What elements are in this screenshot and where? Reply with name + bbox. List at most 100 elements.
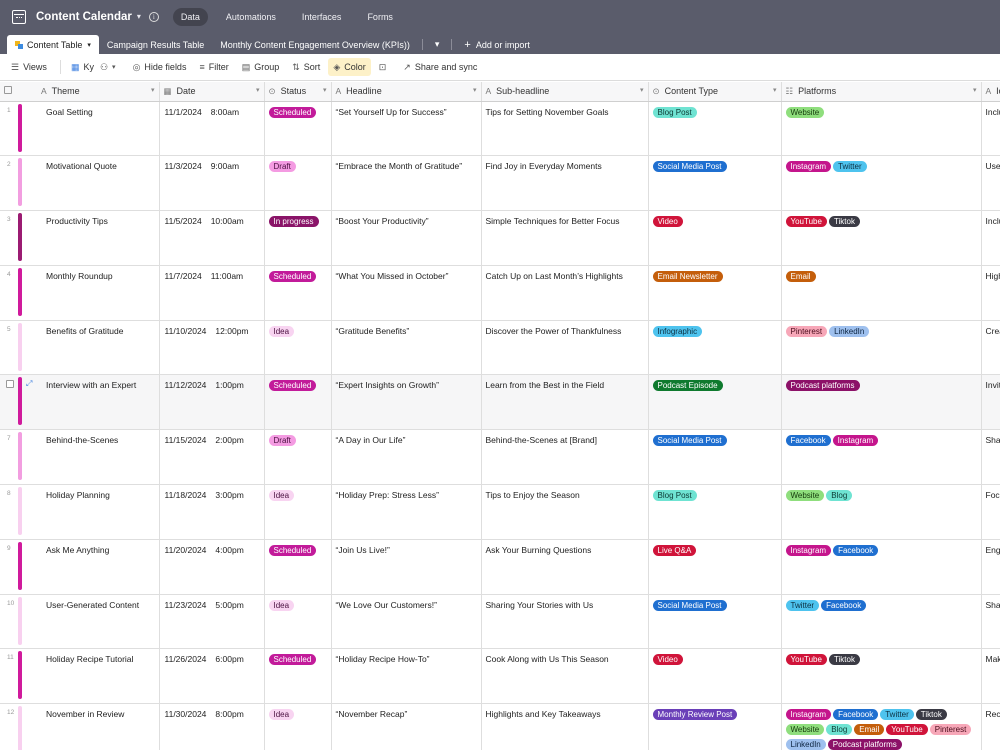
platforms-cell[interactable]: Podcast platforms <box>781 374 982 431</box>
ic-cell[interactable]: Creat <box>981 320 1000 376</box>
column-header-content-type[interactable]: ⊙ Content Type ▾ <box>648 82 782 102</box>
row-height-button[interactable]: ⊡ <box>374 58 396 76</box>
ic-cell[interactable]: Invite <box>981 374 1000 431</box>
headline-cell[interactable]: “Holiday Prep: Stress Less” <box>331 484 482 540</box>
headline-cell[interactable]: “Embrace the Month of Gratitude” <box>331 155 482 212</box>
table-row[interactable]: 5 Benefits of Gratitude 11/10/2024 12:00pm I… <box>0 320 1000 376</box>
ic-cell[interactable]: High <box>981 265 1000 321</box>
filter-button[interactable]: ≡ Filter <box>194 58 233 76</box>
content-type-cell[interactable]: Email Newsletter <box>648 265 782 321</box>
subheadline-cell[interactable]: Ask Your Burning Questions <box>481 539 649 595</box>
subheadline-cell[interactable]: Tips for Setting November Goals <box>481 101 649 157</box>
subheadline-cell[interactable]: Tips to Enjoy the Season <box>481 484 649 540</box>
subheadline-cell[interactable]: Cook Along with Us This Season <box>481 648 649 705</box>
date-cell[interactable]: 11/3/2024 9:00am <box>159 155 265 212</box>
content-type-cell[interactable]: Monthly Review Post <box>648 703 782 750</box>
status-cell[interactable]: Idea <box>264 484 332 540</box>
row-number-cell[interactable]: 10 <box>0 594 37 650</box>
headline-cell[interactable]: “We Love Our Customers!” <box>331 594 482 650</box>
platforms-cell[interactable]: YouTube Tiktok <box>781 648 982 705</box>
table-row[interactable]: 2 Motivational Quote 11/3/2024 9:00am Draft “… <box>0 155 1000 212</box>
views-button[interactable]: ☰ Views <box>6 58 52 76</box>
chevron-down-icon[interactable]: ▾ <box>151 86 155 94</box>
theme-cell[interactable]: Monthly Roundup <box>37 265 160 321</box>
content-type-cell[interactable]: Blog Post <box>648 101 782 157</box>
table-tab-campaign[interactable]: Campaign Results Table <box>99 35 212 54</box>
status-cell[interactable]: Scheduled <box>264 648 332 705</box>
subheadline-cell[interactable]: Catch Up on Last Month’s Highlights <box>481 265 649 321</box>
headline-cell[interactable]: “Holiday Recipe How-To” <box>331 648 482 705</box>
content-type-cell[interactable]: Social Media Post <box>648 594 782 650</box>
content-type-cell[interactable]: Blog Post <box>648 484 782 540</box>
headline-cell[interactable]: “Boost Your Productivity” <box>331 210 482 266</box>
theme-cell[interactable]: Motivational Quote <box>37 155 160 212</box>
table-row[interactable]: 4 Monthly Roundup 11/7/2024 11:00am Schedule… <box>0 265 1000 321</box>
chevron-down-icon[interactable]: ▾ <box>473 86 477 94</box>
table-tab-content[interactable]: Content Table ▾ <box>7 35 99 54</box>
ic-cell[interactable]: Inclu <box>981 101 1000 157</box>
column-header-theme[interactable]: A Theme ▾ <box>37 82 160 102</box>
row-number-cell[interactable]: 2 <box>0 155 37 212</box>
row-checkbox[interactable] <box>6 380 14 389</box>
subheadline-cell[interactable]: Find Joy in Everyday Moments <box>481 155 649 212</box>
date-cell[interactable]: 11/30/2024 8:00pm <box>159 703 265 750</box>
column-header-status[interactable]: ⊙ Status ▾ <box>264 82 332 102</box>
subheadline-cell[interactable]: Highlights and Key Takeaways <box>481 703 649 750</box>
platforms-cell[interactable]: Facebook Instagram <box>781 429 982 486</box>
select-all-checkbox[interactable] <box>4 86 12 95</box>
column-header-platforms[interactable]: ☷ Platforms ▾ <box>781 82 982 102</box>
table-row[interactable]: 9 Ask Me Anything 11/20/2024 4:00pm Schedule… <box>0 539 1000 595</box>
column-header-subheadline[interactable]: A Sub-headline ▾ <box>481 82 649 102</box>
status-cell[interactable]: Scheduled <box>264 265 332 321</box>
headline-cell[interactable]: “Join Us Live!” <box>331 539 482 595</box>
status-cell[interactable]: Draft <box>264 155 332 212</box>
content-type-cell[interactable]: Video <box>648 210 782 266</box>
row-number-cell[interactable]: 9 <box>0 539 37 595</box>
content-type-cell[interactable]: Social Media Post <box>648 429 782 486</box>
platforms-cell[interactable]: Website Blog <box>781 484 982 540</box>
date-cell[interactable]: 11/1/2024 8:00am <box>159 101 265 157</box>
date-cell[interactable]: 11/12/2024 1:00pm <box>159 374 265 431</box>
base-title[interactable]: Content Calendar <box>36 11 132 23</box>
status-cell[interactable]: Scheduled <box>264 374 332 431</box>
date-cell[interactable]: 11/5/2024 10:00am <box>159 210 265 266</box>
status-cell[interactable]: Idea <box>264 320 332 376</box>
tab-forms[interactable]: Forms <box>359 8 401 26</box>
ic-cell[interactable]: Inclu <box>981 210 1000 266</box>
row-number-cell[interactable]: 4 <box>0 265 37 321</box>
ic-cell[interactable]: Share <box>981 594 1000 650</box>
status-cell[interactable]: Idea <box>264 594 332 650</box>
chevron-down-icon[interactable]: ▾ <box>256 86 260 94</box>
view-switcher[interactable]: ▦ Ky ⚇ ▾ <box>66 58 125 76</box>
headline-cell[interactable]: “A Day in Our Life” <box>331 429 482 486</box>
headline-cell[interactable]: “November Recap” <box>331 703 482 750</box>
table-row[interactable]: 10 User-Generated Content 11/23/2024 5:00pm… <box>0 594 1000 650</box>
platforms-cell[interactable]: YouTube Tiktok <box>781 210 982 266</box>
chevron-down-icon[interactable]: ▾ <box>137 12 141 21</box>
ic-cell[interactable]: Share <box>981 429 1000 486</box>
table-row[interactable]: 1 Goal Setting 11/1/2024 8:00am Scheduled “Se… <box>0 101 1000 157</box>
tab-automations[interactable]: Automations <box>218 8 284 26</box>
sort-button[interactable]: ⇅ Sort <box>287 58 325 76</box>
ic-cell[interactable]: Use a <box>981 155 1000 212</box>
platforms-cell[interactable]: Website <box>781 101 982 157</box>
subheadline-cell[interactable]: Behind-the-Scenes at [Brand] <box>481 429 649 486</box>
theme-cell[interactable]: Behind-the-Scenes <box>37 429 160 486</box>
chevron-down-icon[interactable]: ▾ <box>87 41 91 49</box>
headline-cell[interactable]: “Set Yourself Up for Success” <box>331 101 482 157</box>
platforms-cell[interactable]: Twitter Facebook <box>781 594 982 650</box>
chevron-down-icon[interactable]: ▾ <box>773 86 777 94</box>
chevron-down-icon[interactable]: ▾ <box>323 86 327 94</box>
tab-interfaces[interactable]: Interfaces <box>294 8 350 26</box>
table-row[interactable]: 7 Behind-the-Scenes 11/15/2024 2:00pm Draft “… <box>0 429 1000 486</box>
content-type-cell[interactable]: Video <box>648 648 782 705</box>
ic-cell[interactable]: Mak <box>981 648 1000 705</box>
share-sync-button[interactable]: ↗ Share and sync <box>398 58 482 76</box>
platforms-cell[interactable]: Instagram Facebook Twitter Tiktok Website Blo… <box>781 703 982 750</box>
table-tab-kpis[interactable]: Monthly Content Engagement Overview (KPI… <box>212 35 418 54</box>
row-number-cell[interactable]: 3 <box>0 210 37 266</box>
chevron-down-icon[interactable]: ▾ <box>640 86 644 94</box>
row-number-cell[interactable]: 12 <box>0 703 37 750</box>
status-cell[interactable]: Scheduled <box>264 101 332 157</box>
subheadline-cell[interactable]: Discover the Power of Thankfulness <box>481 320 649 376</box>
